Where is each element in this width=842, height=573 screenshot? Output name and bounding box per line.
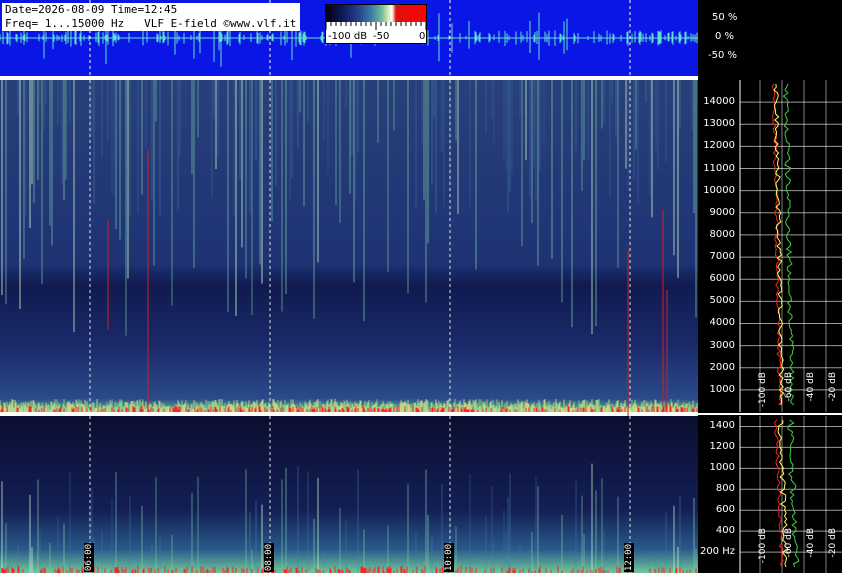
lower-db-label: -60 dB [784,528,794,558]
colorbar-label-max: 0 [419,31,426,42]
info-box: Date=2026-08-09 Time=12:45 Freq= 1...1500… [2,3,301,31]
lower-freq-tick-label: 400 [715,525,735,537]
date-time-line: Date=2026-08-09 Time=12:45 [5,3,178,16]
lower-freq-tick-label: 200 Hz [699,546,735,558]
colorbar-gradient [326,5,426,22]
upper-freq-tick-label: 5000 [709,295,735,307]
upper-freq-tick-label: 1000 [709,383,735,395]
lower-freq-tick-label: 1400 [709,420,735,432]
upper-freq-tick-label: 13000 [703,118,735,130]
colorbar-legend: -100 dB -50 0 [325,4,427,44]
lower-freq-tick-label: 1000 [709,462,735,474]
vlf-spectrogram-viewer: Date=2026-08-09 Time=12:45 Freq= 1...1500… [0,0,842,573]
upper-freq-tick-label: 12000 [703,140,735,152]
spectrogram-plot [0,80,698,573]
lower-db-label: -20 dB [828,528,838,558]
lower-spectrogram-background [0,416,698,573]
upper-freq-tick-label: 9000 [709,206,735,218]
lower-db-label: -40 dB [806,528,816,558]
upper-spectrogram-background [0,80,698,412]
lower-freq-tick-label: 1200 [709,441,735,453]
time-label: 06:00 [84,543,94,573]
time-label: 10:00 [444,543,454,573]
time-label: 12:00 [624,543,634,573]
lower-db-label: -100 dB [758,528,768,564]
upper-freq-tick-label: 11000 [703,162,735,174]
upper-freq-tick-label: 8000 [709,228,735,240]
upper-freq-tick-label: 14000 [703,96,735,108]
upper-freq-tick-label: 3000 [709,339,735,351]
upper-freq-tick-label: 2000 [709,361,735,373]
spectrogram-separator [0,412,698,416]
upper-freq-tick-label: 6000 [709,273,735,285]
colorbar-label-min: -100 dB [328,31,368,42]
lower-freq-tick-label: 600 [715,504,735,516]
upper-db-label: -40 dB [806,372,816,402]
time-label: 08:00 [264,543,274,573]
upper-freq-tick-label: 10000 [703,184,735,196]
upper-freq-tick-label: 7000 [709,251,735,263]
upper-db-label: -20 dB [828,372,838,402]
upper-db-label: -100 dB [758,372,768,408]
colorbar-label-mid: -50 [373,31,390,42]
upper-freq-tick-label: 4000 [709,317,735,329]
upper-db-label: -60 dB [784,372,794,402]
lower-freq-tick-label: 800 [715,483,735,495]
frequency-line: Freq= 1...15000 Hz VLF E-field ©www.vlf.… [5,17,297,30]
